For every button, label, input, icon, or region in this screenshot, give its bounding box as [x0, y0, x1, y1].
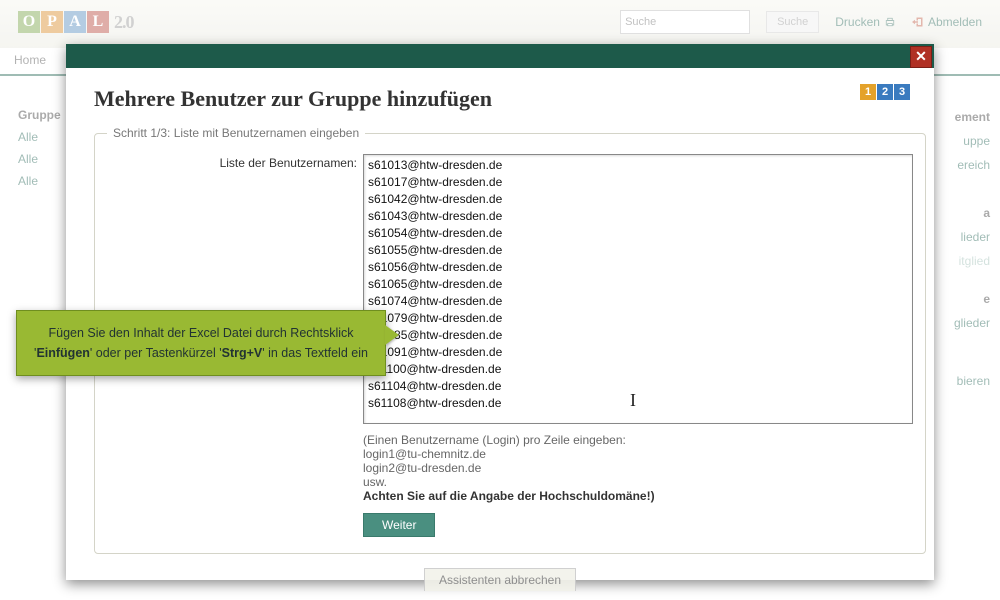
hint-example: login2@tu-dresden.de: [363, 461, 913, 475]
hint-example: login1@tu-chemnitz.de: [363, 447, 913, 461]
dialog-header: ✕: [66, 44, 934, 68]
paste-instruction-tooltip: Fügen Sie den Inhalt der Excel Datei dur…: [16, 310, 386, 376]
continue-button[interactable]: Weiter: [363, 513, 435, 537]
usernames-textarea[interactable]: [363, 154, 913, 424]
callout-bold: Strg+V: [222, 346, 263, 360]
step-badge-3: 3: [894, 84, 910, 100]
usernames-label: Liste der Benutzernamen:: [107, 154, 363, 170]
callout-bold: Einfügen: [36, 346, 89, 360]
step-badge-2: 2: [877, 84, 893, 100]
hint-strong: Achten Sie auf die Angabe der Hochschuld…: [363, 489, 913, 503]
wizard-step-indicator: 1 2 3: [860, 84, 910, 100]
hint-line: (Einen Benutzername (Login) pro Zeile ei…: [363, 433, 913, 447]
input-hint: (Einen Benutzername (Login) pro Zeile ei…: [363, 433, 913, 503]
dialog-title: Mehrere Benutzer zur Gruppe hinzufügen: [94, 86, 906, 112]
callout-text: ' in das Textfeld ein: [262, 346, 368, 360]
close-icon: ✕: [915, 48, 927, 64]
step-badge-1: 1: [860, 84, 876, 100]
callout-arrow-icon: [385, 325, 399, 345]
cancel-wizard-button[interactable]: Assistenten abbrechen: [424, 568, 576, 591]
step-legend: Schritt 1/3: Liste mit Benutzernamen ein…: [107, 126, 365, 140]
hint-etc: usw.: [363, 475, 913, 489]
callout-text: ' oder per Tastenkürzel ': [90, 346, 222, 360]
close-button[interactable]: ✕: [910, 46, 932, 68]
